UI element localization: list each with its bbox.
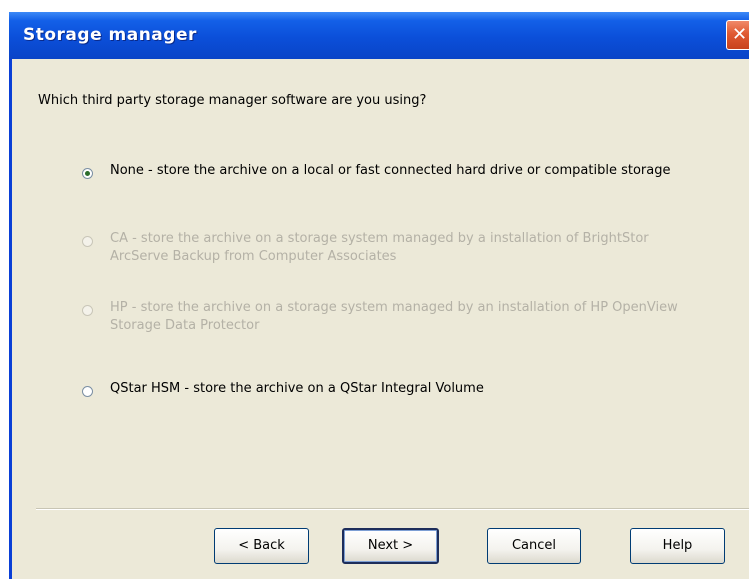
radio-qstar[interactable]: [82, 386, 93, 397]
radio-none[interactable]: [82, 168, 93, 179]
separator: [36, 508, 749, 510]
back-button[interactable]: < Back: [214, 528, 309, 564]
cancel-button[interactable]: Cancel: [487, 528, 581, 564]
help-button[interactable]: Help: [630, 528, 725, 564]
close-icon: ✕: [731, 24, 748, 45]
title-bar: Storage manager ✕: [9, 12, 749, 59]
close-button[interactable]: ✕: [726, 20, 749, 50]
radio-selected-dot: [85, 171, 90, 176]
next-button[interactable]: Next >: [342, 528, 439, 564]
window-title: Storage manager: [23, 25, 197, 45]
radio-ca: [82, 236, 93, 247]
option-qstar-label: QStar HSM - store the archive on a QStar…: [110, 381, 484, 396]
option-ca-label: CA - store the archive on a storage syst…: [110, 231, 649, 264]
option-hp-label: HP - store the archive on a storage syst…: [110, 300, 678, 333]
option-none-label: None - store the archive on a local or f…: [110, 163, 671, 178]
radio-hp: [82, 305, 93, 316]
question-text: Which third party storage manager softwa…: [38, 93, 427, 108]
storage-manager-dialog: Storage manager ✕ Which third party stor…: [9, 12, 749, 579]
